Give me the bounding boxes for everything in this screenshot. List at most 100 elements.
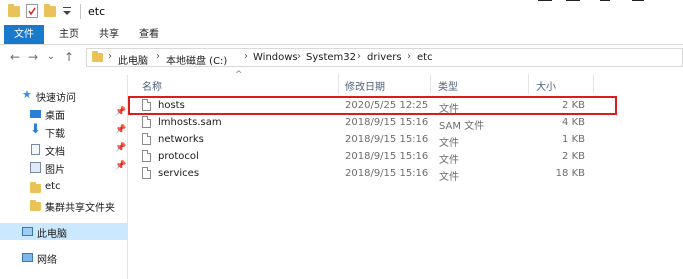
file-name: protocol [158, 151, 199, 162]
title-bar: etc [0, 0, 683, 25]
breadcrumb-local-disk[interactable]: 本地磁盘 (C:) [166, 52, 227, 67]
nav-item-label: 下载 [45, 129, 65, 140]
breadcrumb-this-pc[interactable]: 此电脑 [118, 52, 148, 67]
tab-file[interactable]: 文件 [4, 25, 44, 44]
file-size: 1 KB [562, 134, 585, 145]
folder-icon [30, 200, 41, 211]
file-row-networks[interactable]: networks 2018/9/15 15:16 文件 1 KB [128, 132, 683, 149]
file-type: 文件 [439, 172, 459, 183]
file-modified: 2018/9/15 15:16 [345, 117, 429, 128]
file-modified: 2018/9/15 15:16 [345, 151, 429, 162]
file-size: 4 KB [562, 117, 585, 128]
download-icon: ⬇ [30, 122, 41, 137]
file-modified: 2018/9/15 15:16 [345, 134, 429, 145]
navigation-row: ← → ⌄ ↑ › 此电脑 › 本地磁盘 (C:) › Windows › Sy… [0, 45, 683, 71]
column-header-modified[interactable]: 修改日期 [345, 78, 385, 93]
ribbon-tabs: 文件 主页 共享 查看 [0, 25, 683, 45]
customize-dropdown-icon[interactable] [62, 6, 72, 17]
recent-locations-chevron-icon[interactable]: ⌄ [44, 50, 58, 64]
picture-icon [30, 162, 41, 173]
breadcrumb-windows[interactable]: Windows [253, 52, 298, 63]
star-icon: ★ [22, 88, 32, 101]
column-divider[interactable] [593, 74, 594, 94]
file-type: 文件 [439, 155, 459, 166]
breadcrumb-separator: › [156, 51, 160, 62]
file-row-services[interactable]: services 2018/9/15 15:16 文件 18 KB [128, 166, 683, 183]
nav-item-network[interactable]: 网络 [0, 249, 127, 266]
document-icon [31, 144, 40, 155]
tab-home[interactable]: 主页 [52, 25, 86, 44]
file-icon [142, 116, 151, 128]
nav-item-etc[interactable]: etc [0, 179, 127, 196]
window-edge-mark [600, 0, 610, 1]
nav-item-label: 文档 [45, 147, 65, 158]
column-header-size[interactable]: 大小 [536, 78, 556, 93]
back-arrow-icon[interactable]: ← [8, 50, 22, 64]
file-type: SAM 文件 [439, 121, 485, 132]
file-icon [142, 133, 151, 145]
breadcrumb-separator: › [108, 51, 112, 62]
pin-icon[interactable]: 📌 [115, 107, 126, 117]
folder-icon [30, 182, 41, 193]
up-arrow-icon[interactable]: ↑ [62, 50, 76, 64]
forward-arrow-icon[interactable]: → [26, 50, 40, 64]
file-list: ^ 名称 修改日期 类型 大小 hosts 2020/5/25 12:25 文件… [128, 70, 683, 279]
desktop-icon [30, 110, 41, 118]
breadcrumb-etc[interactable]: etc [417, 52, 433, 63]
nav-item-downloads[interactable]: ⬇ 下载 📌 [0, 122, 127, 140]
file-icon [142, 150, 151, 162]
nav-item-label: 集群共享文件夹 [45, 203, 115, 214]
pin-icon[interactable]: 📌 [115, 125, 126, 135]
navigation-pane: ★ 快速访问 桌面 📌 ⬇ 下载 📌 文档 📌 图片 📌 etc 集群共享文件夹… [0, 75, 128, 279]
window-edge-mark [566, 0, 580, 1]
column-header-name[interactable]: 名称 [142, 78, 162, 93]
pin-icon[interactable]: 📌 [115, 161, 126, 171]
column-divider[interactable] [430, 74, 431, 94]
nav-item-label: 图片 [45, 165, 65, 176]
file-icon [142, 167, 151, 179]
breadcrumb-separator: › [244, 51, 248, 62]
window-title: etc [88, 5, 106, 18]
file-size: 2 KB [562, 151, 585, 162]
tab-share[interactable]: 共享 [92, 25, 126, 44]
nav-item-label: 此电脑 [37, 229, 67, 240]
nav-item-pictures[interactable]: 图片 📌 [0, 159, 127, 176]
nav-item-label: 快速访问 [36, 93, 76, 104]
column-divider[interactable] [528, 74, 529, 94]
folder-icon [92, 51, 103, 62]
sort-ascending-icon: ^ [235, 70, 243, 80]
nav-item-documents[interactable]: 文档 📌 [0, 141, 127, 158]
network-icon [22, 253, 33, 262]
window-edge-mark [538, 0, 552, 1]
file-row-protocol[interactable]: protocol 2018/9/15 15:16 文件 2 KB [128, 149, 683, 166]
folder-icon [8, 4, 20, 17]
column-header-type[interactable]: 类型 [438, 78, 458, 93]
breadcrumb-separator: › [407, 51, 411, 62]
hosts-highlight-box [128, 96, 617, 115]
file-name: lmhosts.sam [158, 117, 222, 128]
file-row-lmhosts[interactable]: lmhosts.sam 2018/9/15 15:16 SAM 文件 4 KB [128, 115, 683, 132]
breadcrumb-separator: › [297, 51, 301, 62]
tab-view[interactable]: 查看 [132, 25, 166, 44]
nav-item-label: etc [45, 181, 61, 192]
file-name: services [158, 168, 200, 179]
nav-item-label: 网络 [37, 255, 57, 266]
file-name: networks [158, 134, 204, 145]
nav-item-this-pc[interactable]: 此电脑 [0, 223, 127, 240]
nav-item-cluster-shared[interactable]: 集群共享文件夹 [0, 197, 127, 214]
computer-icon [22, 227, 33, 236]
file-size: 18 KB [555, 168, 585, 179]
breadcrumb-drivers[interactable]: drivers [367, 52, 402, 63]
window-edge-mark [632, 0, 644, 1]
nav-item-label: 桌面 [45, 111, 65, 122]
pin-icon[interactable]: 📌 [115, 143, 126, 153]
address-bar[interactable]: › 此电脑 › 本地磁盘 (C:) › Windows › System32 ›… [86, 48, 683, 67]
title-divider [80, 4, 81, 19]
nav-item-quick-access[interactable]: ★ 快速访问 [0, 87, 127, 104]
column-divider[interactable] [338, 74, 339, 94]
properties-check-icon[interactable] [26, 4, 38, 18]
breadcrumb-system32[interactable]: System32 [306, 52, 356, 63]
breadcrumb-separator: › [357, 51, 361, 62]
nav-item-desktop[interactable]: 桌面 📌 [0, 105, 127, 122]
new-folder-icon[interactable] [44, 4, 56, 17]
